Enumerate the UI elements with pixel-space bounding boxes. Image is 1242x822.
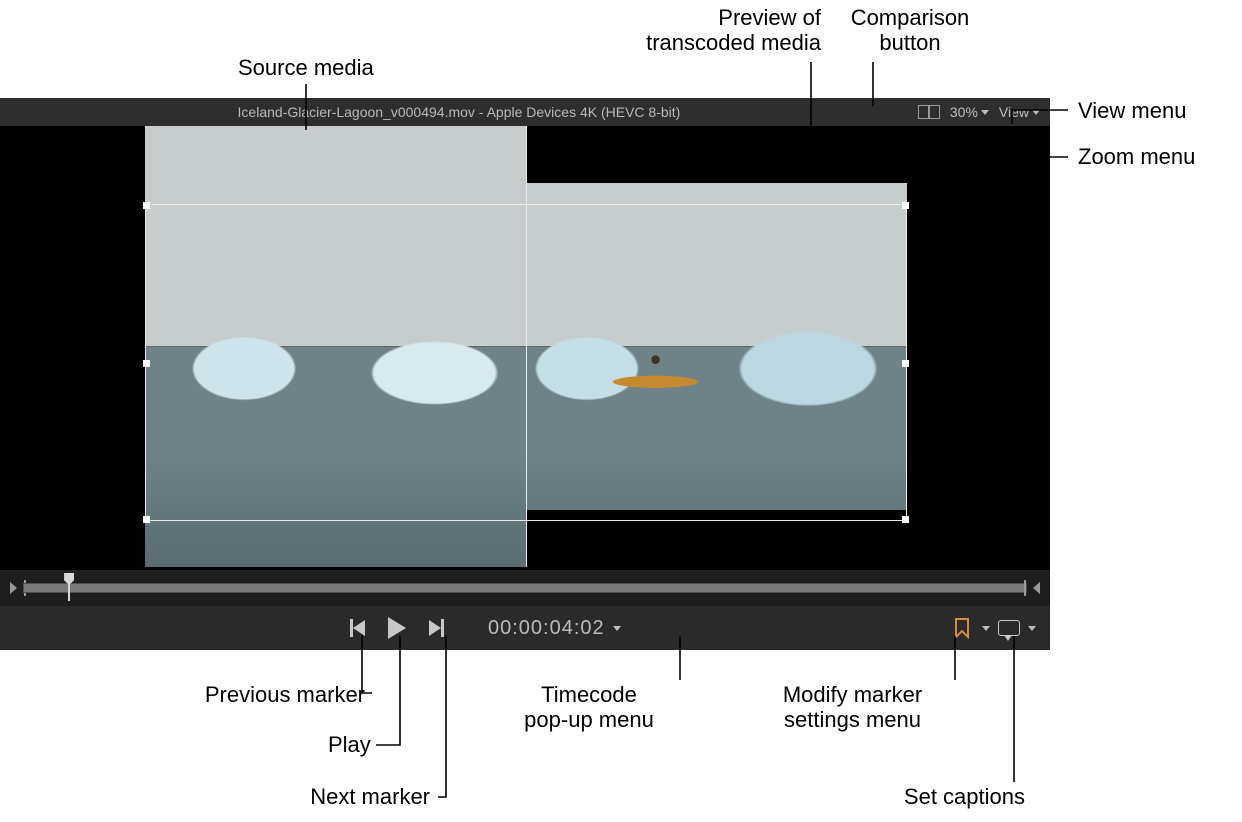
callout-zoom-menu: Zoom menu [1078,144,1195,169]
timeline[interactable] [0,570,1050,606]
chevron-down-icon [613,626,621,631]
transcoded-preview-frame [145,204,907,521]
zoom-menu-label: 30% [950,104,978,120]
callout-preview-transcoded: Preview of transcoded media [561,5,821,56]
timecode-popup[interactable]: 00:00:04:02 [488,617,621,640]
chevron-down-icon [982,626,990,631]
playhead[interactable] [64,576,74,594]
callout-view-menu: View menu [1078,98,1186,123]
view-menu[interactable]: View [999,104,1040,120]
crop-handle[interactable] [902,360,909,367]
callout-timecode-popup: Timecode pop-up menu [494,682,684,733]
crop-handle[interactable] [143,202,150,209]
callout-previous-marker: Previous marker [155,682,365,707]
previous-marker-button[interactable] [350,619,366,637]
callout-set-captions: Set captions [865,784,1025,809]
next-marker-button[interactable] [428,619,444,637]
crop-handle[interactable] [143,516,150,523]
preview-viewport[interactable] [145,126,907,567]
go-to-end-icon[interactable] [1033,582,1040,594]
crop-handle[interactable] [902,516,909,523]
view-menu-label: View [999,104,1029,120]
play-button[interactable] [388,617,406,639]
crop-handle[interactable] [902,202,909,209]
callout-source-media: Source media [238,55,374,80]
timeline-track[interactable] [23,583,1027,593]
callout-next-marker: Next marker [275,784,430,809]
chevron-down-icon [1032,110,1040,115]
letterbox-top [526,126,907,183]
crop-handle[interactable] [143,360,150,367]
preview-window: Iceland-Glacier-Lagoon_v000494.mov - App… [0,98,1050,650]
callout-play: Play [328,732,371,757]
go-to-start-icon[interactable] [10,582,17,594]
callout-comparison-button: Comparison button [845,5,975,56]
set-captions-menu[interactable] [998,620,1020,636]
chevron-down-icon [981,110,989,115]
zoom-menu[interactable]: 30% [950,104,989,120]
comparison-button[interactable] [918,105,940,119]
callout-modify-marker: Modify marker settings menu [755,682,950,733]
modify-marker-menu[interactable] [952,617,974,639]
transport-bar: 00:00:04:02 [0,606,1050,650]
titlebar-title: Iceland-Glacier-Lagoon_v000494.mov - App… [0,104,918,120]
titlebar: Iceland-Glacier-Lagoon_v000494.mov - App… [0,98,1050,126]
timecode-value: 00:00:04:02 [488,617,605,640]
chevron-down-icon [1028,626,1036,631]
